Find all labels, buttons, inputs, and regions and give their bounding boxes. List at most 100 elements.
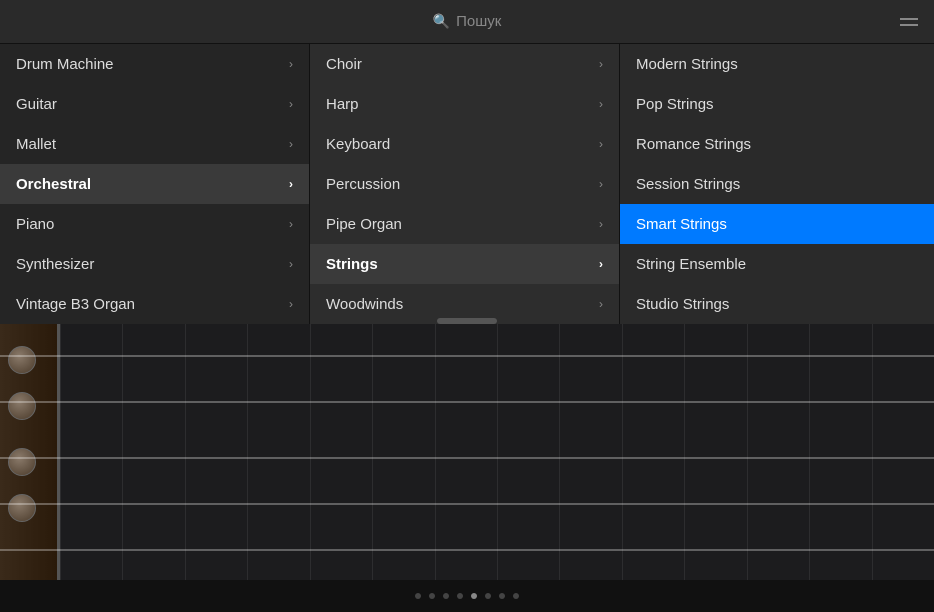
subcategory-item-choir[interactable]: Choir › (310, 44, 619, 84)
chevron-icon: › (599, 97, 603, 111)
category-column: Drum Machine›Guitar›Mallet›Orchestral›Pi… (0, 44, 310, 324)
subcategory-item-keyboard[interactable]: Keyboard › (310, 124, 619, 164)
instrument-item-pop-strings[interactable]: Pop Strings (620, 84, 934, 124)
fret-line (559, 324, 560, 580)
sidebar-item-synthesizer[interactable]: Synthesizer › (0, 244, 309, 284)
chevron-icon: › (289, 297, 293, 311)
subcategory-column: Choir›Harp›Keyboard›Percussion›Pipe Orga… (310, 44, 620, 324)
subcategory-item-label: Harp (326, 96, 359, 113)
subcategory-item-label: Woodwinds (326, 296, 403, 313)
fret-line (310, 324, 311, 580)
sidebar-item-label: Piano (16, 216, 54, 233)
chevron-icon: › (599, 297, 603, 311)
chevron-icon: › (289, 177, 293, 191)
fret-line (247, 324, 248, 580)
fret-line (872, 324, 873, 580)
sidebar-item-guitar[interactable]: Guitar › (0, 84, 309, 124)
instrument-item-label: Studio Strings (636, 296, 729, 313)
nut-peg (8, 392, 36, 420)
sidebar-item-label: Mallet (16, 136, 56, 153)
search-icon: 🔍 (433, 13, 450, 30)
subcategory-item-label: Strings (326, 256, 378, 273)
sidebar-item-label: Guitar (16, 96, 57, 113)
subcategory-item-label: Percussion (326, 176, 400, 193)
page-dot[interactable] (415, 593, 421, 599)
instrument-item-string-ensemble[interactable]: String Ensemble (620, 244, 934, 284)
menu-container: Drum Machine›Guitar›Mallet›Orchestral›Pi… (0, 44, 934, 324)
string-line (0, 401, 934, 403)
chevron-icon: › (289, 57, 293, 71)
page-dot[interactable] (443, 593, 449, 599)
menu-icon[interactable] (900, 18, 918, 26)
chevron-icon: › (599, 257, 603, 271)
fretboard (0, 324, 934, 580)
chevron-icon: › (289, 257, 293, 271)
string-line (0, 355, 934, 357)
instrument-item-studio-strings[interactable]: Studio Strings (620, 284, 934, 324)
search-input-wrapper: 🔍 Пошук (433, 13, 502, 30)
sidebar-item-label: Orchestral (16, 176, 91, 193)
instrument-item-session-strings[interactable]: Session Strings (620, 164, 934, 204)
fret-line (435, 324, 436, 580)
subcategory-item-strings[interactable]: Strings › (310, 244, 619, 284)
instrument-item-label: Modern Strings (636, 56, 738, 73)
instrument-item-label: Session Strings (636, 176, 740, 193)
fret-line (684, 324, 685, 580)
search-bar[interactable]: 🔍 Пошук (0, 0, 934, 44)
page-dot[interactable] (513, 593, 519, 599)
instrument-item-smart-strings[interactable]: Smart Strings (620, 204, 934, 244)
instrument-column: Modern Strings Pop Strings Romance Strings… (620, 44, 934, 324)
fret-line (747, 324, 748, 580)
chevron-icon: › (599, 57, 603, 71)
instrument-item-romance-strings[interactable]: Romance Strings (620, 124, 934, 164)
fret-line (497, 324, 498, 580)
fretboard-inner (0, 324, 934, 580)
subcategory-item-label: Choir (326, 56, 362, 73)
instrument-item-label: Romance Strings (636, 136, 751, 153)
nut-peg (8, 448, 36, 476)
nut-area (0, 324, 60, 580)
chevron-icon: › (599, 177, 603, 191)
nut-peg (8, 494, 36, 522)
subcategory-item-label: Pipe Organ (326, 216, 402, 233)
sidebar-item-orchestral[interactable]: Orchestral › (0, 164, 309, 204)
drag-handle[interactable] (437, 318, 497, 324)
sidebar-item-piano[interactable]: Piano › (0, 204, 309, 244)
page-dot[interactable] (429, 593, 435, 599)
fret-line (122, 324, 123, 580)
chevron-icon: › (599, 137, 603, 151)
instrument-item-label: Smart Strings (636, 216, 727, 233)
chevron-icon: › (289, 97, 293, 111)
subcategory-item-label: Keyboard (326, 136, 390, 153)
sidebar-item-drum-machine[interactable]: Drum Machine › (0, 44, 309, 84)
string-line (0, 503, 934, 505)
page-dot[interactable] (457, 593, 463, 599)
sidebar-item-label: Synthesizer (16, 256, 94, 273)
fret-line (622, 324, 623, 580)
string-line (0, 457, 934, 459)
chevron-icon: › (599, 217, 603, 231)
fret-line (185, 324, 186, 580)
instrument-item-modern-strings[interactable]: Modern Strings (620, 44, 934, 84)
instrument-item-label: Pop Strings (636, 96, 714, 113)
sidebar-item-label: Vintage B3 Organ (16, 296, 135, 313)
sidebar-item-mallet[interactable]: Mallet › (0, 124, 309, 164)
search-placeholder: Пошук (456, 13, 501, 30)
subcategory-item-pipe-organ[interactable]: Pipe Organ › (310, 204, 619, 244)
fret-line (372, 324, 373, 580)
subcategory-item-percussion[interactable]: Percussion › (310, 164, 619, 204)
chevron-icon: › (289, 217, 293, 231)
instrument-item-label: String Ensemble (636, 256, 746, 273)
string-line (0, 549, 934, 551)
fret-line (60, 324, 61, 580)
fret-line (809, 324, 810, 580)
subcategory-item-harp[interactable]: Harp › (310, 84, 619, 124)
page-dot[interactable] (471, 593, 477, 599)
page-dot[interactable] (499, 593, 505, 599)
chevron-icon: › (289, 137, 293, 151)
nut-peg (8, 346, 36, 374)
sidebar-item-vintage-b3[interactable]: Vintage B3 Organ › (0, 284, 309, 324)
bottom-bar (0, 580, 934, 612)
page-dot[interactable] (485, 593, 491, 599)
sidebar-item-label: Drum Machine (16, 56, 114, 73)
